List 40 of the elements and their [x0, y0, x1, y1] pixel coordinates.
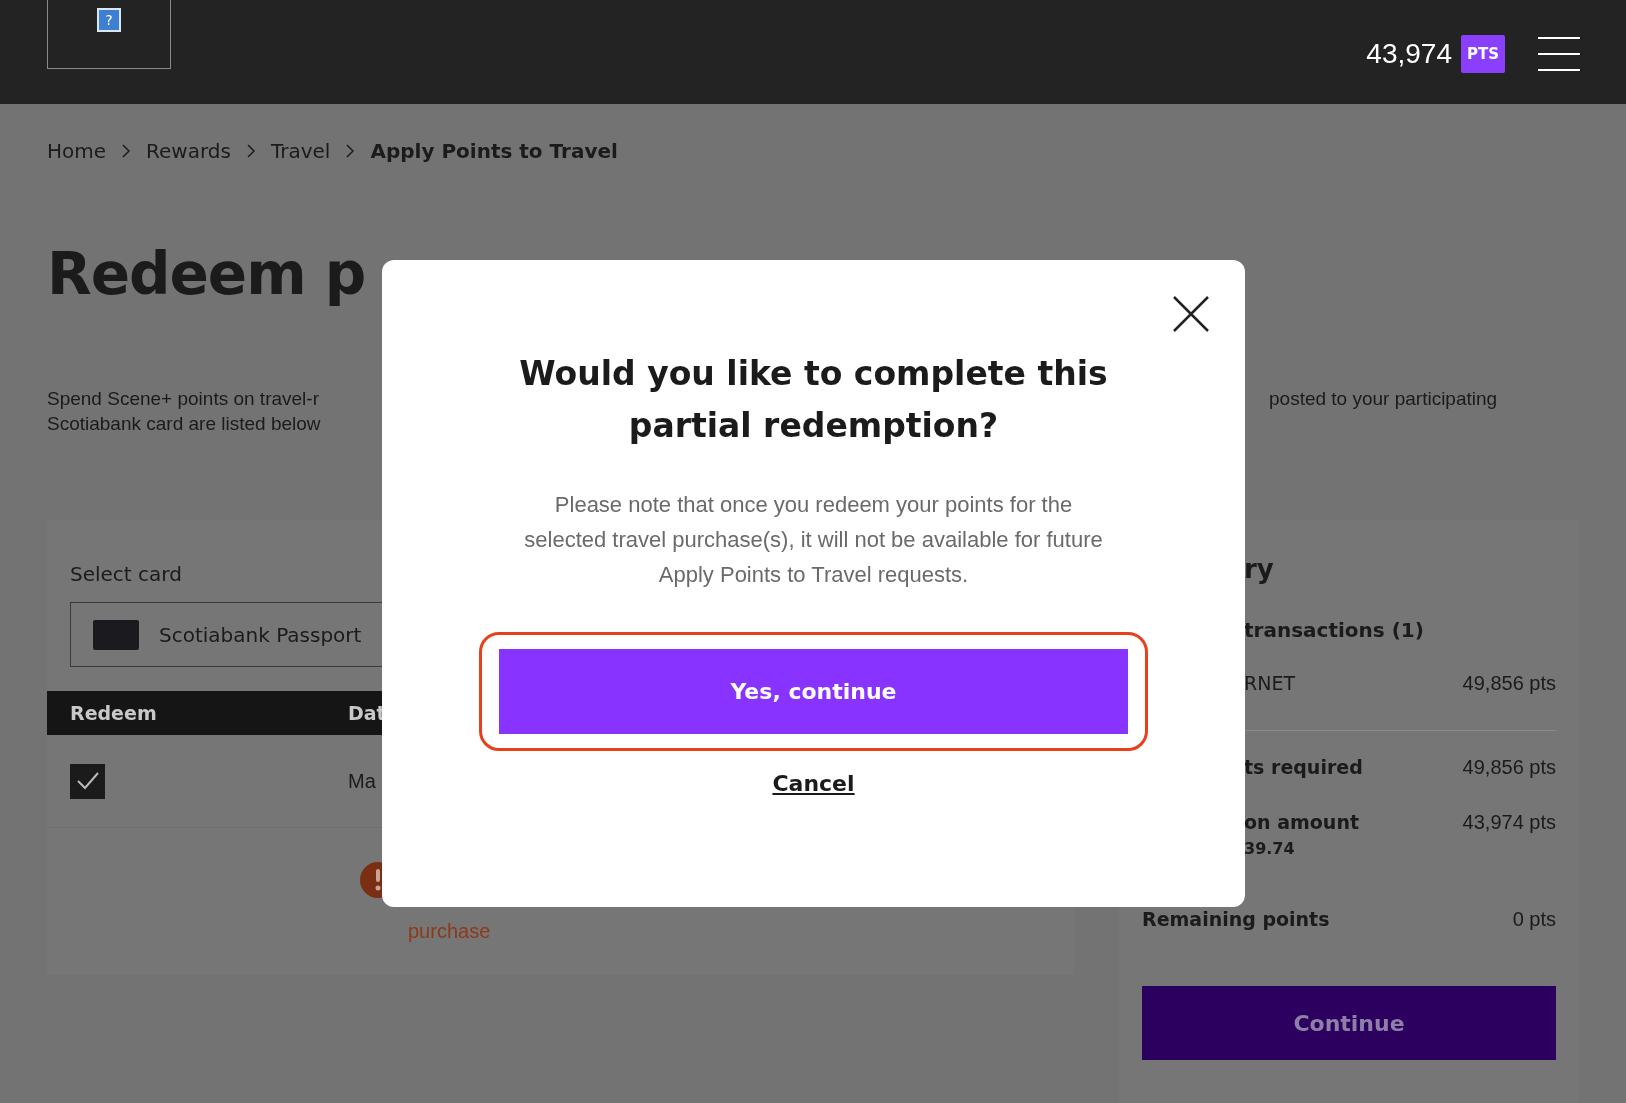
- intro-text: posted to your participating: [1269, 387, 1499, 411]
- close-icon[interactable]: [1171, 294, 1211, 334]
- page-title: Redeem p: [47, 239, 367, 310]
- column-header: Redeem: [70, 702, 157, 724]
- points-balance: 43,974: [1366, 38, 1452, 70]
- summary-value: 0 pts: [1512, 908, 1556, 931]
- checkmark-icon: [75, 771, 100, 791]
- table-cell: Ma: [348, 769, 376, 793]
- summary-title: ry: [1244, 554, 1275, 586]
- breadcrumb-link[interactable]: Rewards: [146, 139, 231, 163]
- intro-text: Spend Scene+ points on travel-r Scotiabank card are listed below: [47, 387, 321, 436]
- card-image: [93, 619, 139, 650]
- summary-label: ts required: [1244, 756, 1363, 778]
- summary-section-title: transactions (1): [1244, 618, 1425, 644]
- summary-value: 43,974 pts: [1462, 811, 1556, 834]
- breadcrumb-link[interactable]: Home: [47, 139, 107, 163]
- broken-image-icon: ?: [97, 8, 121, 32]
- cancel-link[interactable]: Cancel: [772, 771, 855, 796]
- summary-value: 49,856 pts: [1462, 756, 1556, 779]
- summary-subvalue: 39.74: [1244, 839, 1296, 858]
- chevron-right-icon: [122, 144, 131, 158]
- dialog-title: Would you like to complete this partial redemption?: [518, 353, 1109, 447]
- confirm-button[interactable]: Yes, continue: [499, 649, 1128, 734]
- summary-label: Remaining points: [1142, 908, 1330, 930]
- logo-placeholder[interactable]: ?: [47, 0, 171, 69]
- warning-text: purchase: [408, 920, 492, 943]
- chevron-right-icon: [346, 144, 355, 158]
- menu-icon[interactable]: [1538, 37, 1580, 71]
- summary-value: 49,856 pts: [1462, 672, 1556, 695]
- points-unit-badge: PTS: [1460, 35, 1505, 73]
- select-card-label: Select card: [70, 562, 182, 588]
- redeem-checkbox[interactable]: [70, 763, 105, 799]
- chevron-right-icon: [246, 144, 255, 158]
- continue-button[interactable]: Continue: [1142, 986, 1556, 1060]
- column-header: Dat: [348, 702, 386, 724]
- dialog-message: Please note that once you redeem your points for the selected travel purchase(s), it will not be available for future Apply Points to Travel requests.: [523, 491, 1104, 589]
- summary-label: on amount: [1244, 811, 1359, 833]
- breadcrumb-link[interactable]: Travel: [270, 139, 331, 163]
- breadcrumb-link[interactable]: Apply Points to Travel: [370, 139, 618, 163]
- summary-label: RNET: [1244, 672, 1296, 694]
